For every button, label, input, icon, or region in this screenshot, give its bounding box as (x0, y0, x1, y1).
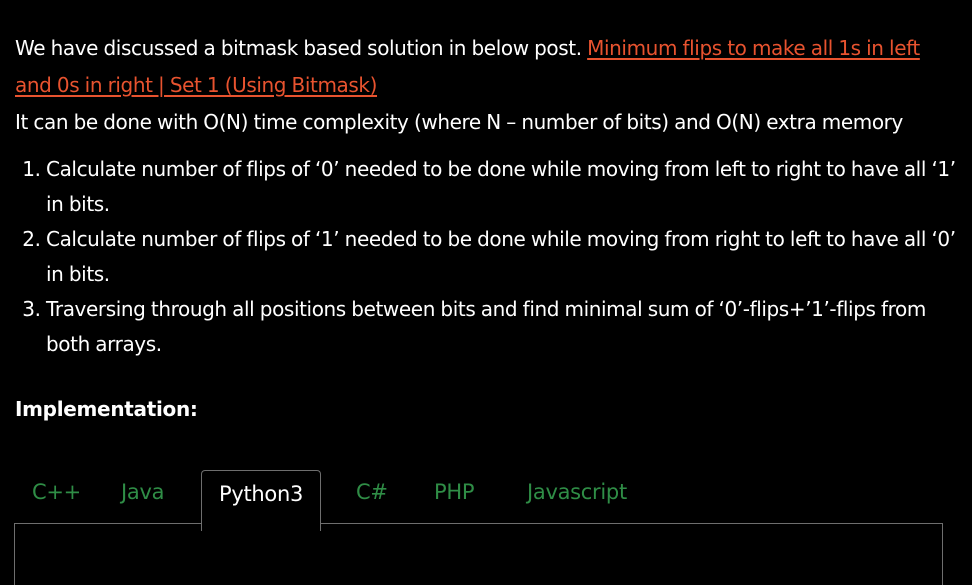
article-content: We have discussed a bitmask based soluti… (15, 30, 960, 362)
tab-java[interactable]: Java (121, 480, 164, 504)
complexity-paragraph: It can be done with O(N) time complexity… (15, 110, 903, 134)
tab-cpp[interactable]: C++ (32, 480, 81, 504)
code-panel-border (14, 523, 943, 585)
steps-list: Calculate number of flips of ‘0’ needed … (15, 152, 960, 362)
intro-text: We have discussed a bitmask based soluti… (15, 36, 588, 60)
tab-php[interactable]: PHP (434, 480, 475, 504)
intro-paragraph: We have discussed a bitmask based soluti… (15, 30, 960, 104)
step-item: Calculate number of flips of ‘1’ needed … (46, 222, 960, 292)
step-item: Calculate number of flips of ‘0’ needed … (46, 152, 960, 222)
implementation-heading: Implementation: (15, 397, 198, 421)
tab-csharp[interactable]: C# (356, 480, 388, 504)
tab-python3[interactable]: Python3 (201, 470, 321, 531)
tab-javascript[interactable]: Javascript (527, 480, 627, 504)
step-item: Traversing through all positions between… (46, 292, 960, 362)
language-tabs: C++ Java Python3 C# PHP Javascript (14, 470, 943, 585)
